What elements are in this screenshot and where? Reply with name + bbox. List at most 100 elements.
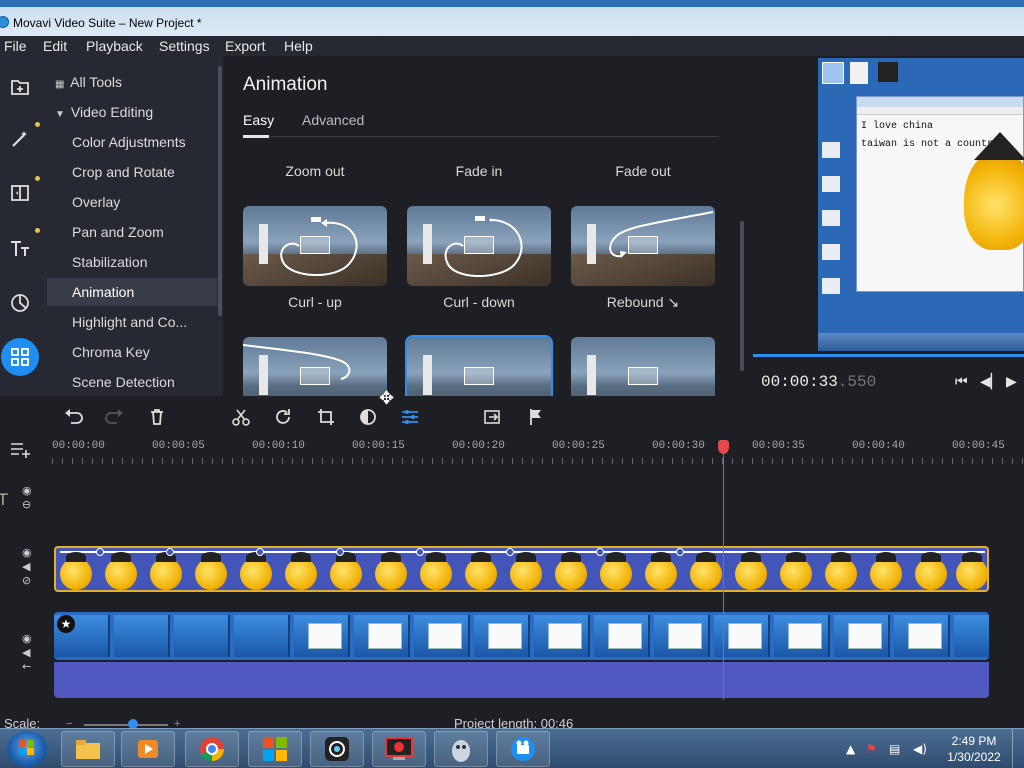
clock-time: 2:49 PM bbox=[951, 734, 997, 748]
marker-flag-icon[interactable] bbox=[525, 406, 547, 428]
rotate-icon[interactable] bbox=[272, 406, 294, 428]
tools-item-chroma-key[interactable]: Chroma Key bbox=[47, 338, 217, 366]
import-icon[interactable] bbox=[1, 68, 39, 106]
network-icon[interactable]: ▤ bbox=[889, 742, 900, 756]
more-tools-icon[interactable] bbox=[1, 338, 39, 376]
audio-waveform-clip[interactable] bbox=[54, 662, 989, 698]
mascot-taskbar-icon[interactable] bbox=[434, 731, 488, 767]
preset-thumbnail[interactable] bbox=[243, 337, 387, 396]
presets-scrollbar[interactable] bbox=[740, 221, 744, 371]
preset-rebound[interactable] bbox=[571, 206, 715, 286]
explorer-taskbar-icon[interactable] bbox=[61, 731, 115, 767]
redo-icon[interactable] bbox=[104, 406, 126, 428]
app-taskbar-icon[interactable] bbox=[248, 731, 302, 767]
tools-item-color-adjustments[interactable]: Color Adjustments bbox=[47, 128, 217, 156]
ruler-label: 00:00:25 bbox=[552, 440, 605, 452]
preset-caption: Fade out bbox=[615, 163, 671, 179]
transitions-icon[interactable] bbox=[1, 174, 39, 212]
stickers-icon[interactable] bbox=[1, 284, 39, 322]
sticker-frame bbox=[375, 552, 407, 590]
sticker-frame bbox=[825, 552, 857, 590]
movavi-taskbar-icon[interactable] bbox=[496, 731, 550, 767]
chrome-taskbar-icon[interactable] bbox=[185, 731, 239, 767]
clip-properties-icon[interactable] bbox=[399, 406, 421, 428]
ruler-label: 00:00:10 bbox=[252, 440, 305, 452]
cut-icon[interactable] bbox=[230, 406, 252, 428]
menu-edit[interactable]: Edit bbox=[43, 38, 67, 54]
tools-item-pan-and-zoom[interactable]: Pan and Zoom bbox=[47, 218, 217, 246]
menu-file[interactable]: File bbox=[4, 38, 27, 54]
magic-wand-icon[interactable] bbox=[1, 120, 39, 158]
keyframe-dot[interactable] bbox=[596, 548, 604, 556]
volume-icon[interactable]: ◀ bbox=[22, 646, 30, 659]
visibility-eye-icon[interactable]: ◉ bbox=[22, 632, 32, 645]
link-arrow-icon[interactable]: ← bbox=[22, 660, 31, 673]
color-adjust-icon[interactable] bbox=[357, 406, 379, 428]
tab-advanced[interactable]: Advanced bbox=[302, 112, 364, 128]
tools-item-highlight[interactable]: Highlight and Co... bbox=[47, 308, 217, 336]
tools-item-crop-and-rotate[interactable]: Crop and Rotate bbox=[47, 158, 217, 186]
undo-icon[interactable] bbox=[62, 406, 84, 428]
tools-item-stabilization[interactable]: Stabilization bbox=[47, 248, 217, 276]
play-icon[interactable]: ▶ bbox=[1006, 374, 1017, 390]
preset-thumbnail[interactable] bbox=[571, 337, 715, 396]
tab-easy[interactable]: Easy bbox=[243, 112, 274, 128]
volume-tray-icon[interactable]: ◀) bbox=[913, 742, 927, 756]
playhead-handle[interactable] bbox=[718, 440, 729, 454]
time-ruler[interactable]: 00:00:00 00:00:05 00:00:10 00:00:15 00:0… bbox=[52, 436, 1024, 466]
recorder-taskbar-icon[interactable] bbox=[372, 731, 426, 767]
volume-icon[interactable]: ◀ bbox=[22, 560, 30, 573]
keyframe-dot[interactable] bbox=[416, 548, 424, 556]
menu-playback[interactable]: Playback bbox=[86, 38, 143, 54]
main-video-clip[interactable]: ★ bbox=[54, 612, 989, 660]
camera-taskbar-icon[interactable] bbox=[310, 731, 364, 767]
transition-wizard-icon[interactable] bbox=[482, 406, 504, 428]
preview-progress-bar[interactable] bbox=[753, 354, 1024, 357]
previous-frame-icon[interactable]: ◀▏ bbox=[980, 374, 1002, 390]
action-center-icon[interactable]: ⚑ bbox=[866, 742, 877, 756]
keyframe-dot[interactable] bbox=[506, 548, 514, 556]
ruler-label: 00:00:45 bbox=[952, 440, 1005, 452]
preset-curl-down[interactable] bbox=[407, 206, 551, 286]
chevron-down-icon: ▼ bbox=[55, 109, 65, 120]
unlink-icon[interactable]: ⊘ bbox=[22, 574, 31, 587]
tools-item-video-editing[interactable]: ▼ Video Editing bbox=[47, 98, 217, 126]
skip-to-start-icon[interactable]: ⏮ bbox=[955, 374, 968, 390]
keyframe-dot[interactable] bbox=[336, 548, 344, 556]
tray-expand-icon[interactable]: ▲ bbox=[846, 742, 855, 756]
tools-item-animation[interactable]: Animation bbox=[47, 278, 217, 306]
start-button[interactable] bbox=[7, 731, 47, 767]
visibility-eye-icon[interactable]: ◉ bbox=[22, 546, 32, 559]
keyframe-dot[interactable] bbox=[96, 548, 104, 556]
tools-item-overlay[interactable]: Overlay bbox=[47, 188, 217, 216]
link-icon[interactable]: ⊖ bbox=[22, 498, 31, 511]
playhead-line[interactable] bbox=[723, 440, 724, 700]
media-player-taskbar-icon[interactable] bbox=[121, 731, 175, 767]
add-track-icon[interactable] bbox=[10, 440, 32, 462]
titles-icon[interactable] bbox=[1, 230, 39, 268]
menu-export[interactable]: Export bbox=[225, 38, 265, 54]
show-desktop-button[interactable] bbox=[1012, 729, 1024, 768]
preview-taskbar bbox=[818, 333, 1024, 351]
active-tab-indicator bbox=[243, 135, 269, 138]
tools-scrollbar[interactable] bbox=[218, 66, 222, 316]
menu-settings[interactable]: Settings bbox=[159, 38, 210, 54]
visibility-eye-icon[interactable]: ◉ bbox=[22, 484, 32, 497]
delete-icon[interactable] bbox=[146, 406, 168, 428]
keyframe-dot[interactable] bbox=[166, 548, 174, 556]
star-icon[interactable]: ★ bbox=[57, 615, 75, 633]
tools-item-scene-detection[interactable]: Scene Detection bbox=[47, 368, 217, 396]
menu-help[interactable]: Help bbox=[284, 38, 313, 54]
taskbar-clock[interactable]: 2:49 PM 1/30/2022 bbox=[942, 733, 1006, 765]
crop-icon[interactable] bbox=[315, 406, 337, 428]
preset-thumbnail-selected[interactable] bbox=[405, 335, 553, 396]
keyframe-dot[interactable] bbox=[256, 548, 264, 556]
ruler-label: 00:00:00 bbox=[52, 440, 105, 452]
ruler-label: 00:00:05 bbox=[152, 440, 205, 452]
keyframe-dot[interactable] bbox=[676, 548, 684, 556]
preset-curl-up[interactable] bbox=[243, 206, 387, 286]
tools-item-all-tools[interactable]: ▦ All Tools bbox=[47, 68, 217, 96]
scale-slider-track[interactable] bbox=[84, 724, 168, 726]
overlay-clip-sticker[interactable] bbox=[54, 546, 989, 592]
desktop-icon bbox=[850, 62, 868, 84]
